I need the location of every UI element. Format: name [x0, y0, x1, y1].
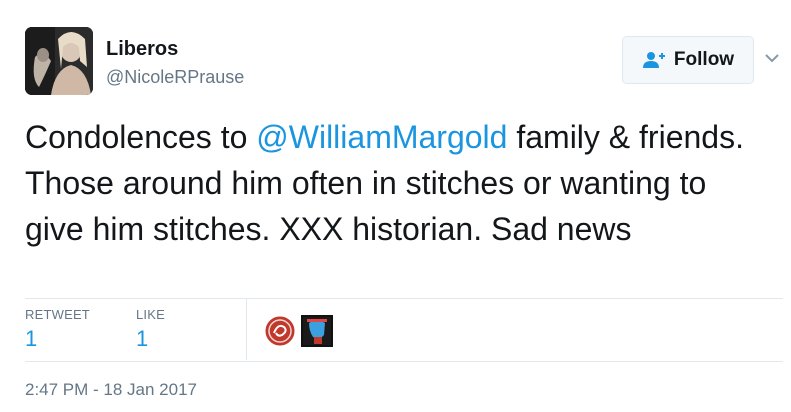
tweet-card: Liberos @NicoleRPrause Follow Condolence… — [0, 0, 791, 412]
follow-label: Follow — [673, 49, 735, 70]
retweet-count[interactable]: 1 — [25, 326, 37, 352]
chevron-down-icon[interactable] — [764, 52, 780, 64]
liker-avatar-red-logo — [264, 315, 296, 347]
liker-avatar-blue-figure — [301, 315, 333, 347]
tweet-text-before: Condolences to — [25, 119, 257, 155]
like-count[interactable]: 1 — [136, 326, 148, 352]
stats-divider-top — [25, 298, 783, 299]
add-user-icon — [642, 52, 665, 68]
tweet-text: Condolences to @WilliamMargold family & … — [25, 114, 765, 252]
like-label[interactable]: LIKE — [136, 307, 165, 322]
display-name[interactable]: Liberos — [106, 38, 178, 61]
follow-button[interactable]: Follow — [622, 36, 754, 84]
liker-avatar-2[interactable] — [301, 315, 333, 347]
user-handle[interactable]: @NicoleRPrause — [106, 67, 244, 88]
mention-link[interactable]: @WilliamMargold — [256, 119, 507, 155]
profile-photo-image — [25, 27, 93, 95]
stats-divider-bottom — [25, 361, 783, 362]
avatar[interactable] — [25, 27, 93, 95]
retweet-label[interactable]: RETWEET — [25, 307, 90, 322]
stats-separator — [246, 299, 247, 360]
timestamp[interactable]: 2:47 PM - 18 Jan 2017 — [25, 380, 197, 400]
liker-avatar-1[interactable] — [264, 315, 296, 347]
